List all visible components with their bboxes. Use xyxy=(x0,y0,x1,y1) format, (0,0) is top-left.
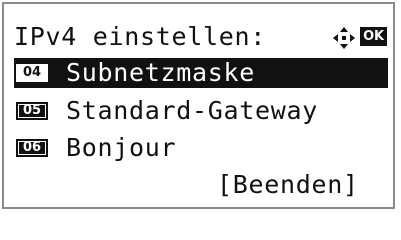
screen-title: IPv4 einstellen: xyxy=(14,22,267,51)
menu-item-label: Standard-Gateway xyxy=(66,96,319,125)
ipv4-settings-menu: 04 Subnetzmaske 05 Standard-Gateway 06 B… xyxy=(14,58,388,162)
four-way-arrow-icon xyxy=(333,27,355,49)
menu-item-number-badge: 05 xyxy=(16,102,48,120)
screen-header: IPv4 einstellen: OK xyxy=(14,22,389,56)
menu-item-bonjour[interactable]: 06 Bonjour xyxy=(14,133,388,163)
menu-item-label: Subnetzmaske xyxy=(66,58,256,87)
ok-key-icon: OK xyxy=(360,27,387,46)
menu-item-number-badge: 04 xyxy=(16,64,48,82)
menu-item-standard-gateway[interactable]: 05 Standard-Gateway xyxy=(14,96,388,126)
beenden-button[interactable]: [Beenden] xyxy=(217,170,359,200)
menu-item-label: Bonjour xyxy=(66,133,177,162)
menu-item-subnetzmaske[interactable]: 04 Subnetzmaske xyxy=(14,58,388,88)
menu-item-number-badge: 06 xyxy=(16,139,48,157)
